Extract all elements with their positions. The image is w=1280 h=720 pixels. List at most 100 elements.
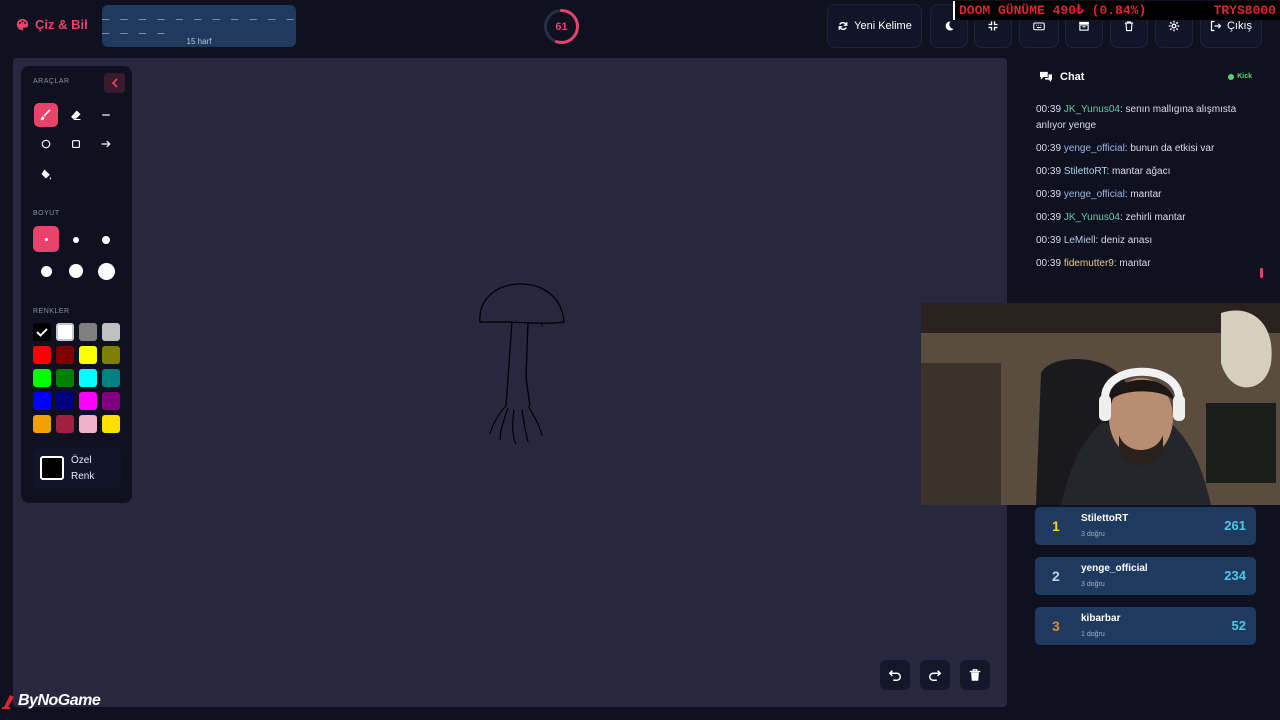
square-icon: [72, 140, 80, 148]
color-swatch[interactable]: [79, 323, 97, 341]
brush-tool[interactable]: [34, 103, 58, 127]
color-swatch[interactable]: [56, 392, 74, 410]
leaderboard-row: 3 kibarbar 1 doğru 52: [1035, 607, 1256, 645]
message-text: : zehirli mantar: [1119, 212, 1186, 223]
eraser-tool[interactable]: [64, 103, 88, 127]
trash-icon: [969, 669, 981, 681]
size-option-1[interactable]: [33, 226, 59, 252]
palette-icon: [16, 18, 29, 31]
color-swatch[interactable]: [56, 369, 74, 387]
word-pattern: _ _ _ _ _ _ _ _ _ _ _ _ _ _ _: [102, 6, 296, 34]
message-user[interactable]: yenge_official: [1064, 189, 1125, 200]
size-option-6[interactable]: [93, 258, 119, 284]
chat-scrollbar[interactable]: [1260, 268, 1263, 278]
trash-icon: [1124, 21, 1134, 32]
clear-canvas-button[interactable]: [960, 660, 990, 690]
color-swatch[interactable]: [79, 346, 97, 364]
color-swatch[interactable]: [56, 323, 74, 341]
keyboard-icon: [1033, 22, 1045, 31]
arrow-tool[interactable]: [94, 132, 118, 156]
arrow-right-icon: [101, 140, 111, 148]
color-swatch[interactable]: [79, 415, 97, 433]
color-swatch[interactable]: [33, 323, 51, 341]
undo-button[interactable]: [880, 660, 910, 690]
message-user[interactable]: fidemutter9: [1064, 258, 1114, 269]
word-hint: _ _ _ _ _ _ _ _ _ _ _ _ _ _ _ 15 harf: [102, 5, 296, 47]
color-swatch[interactable]: [33, 369, 51, 387]
line-tool[interactable]: [94, 103, 118, 127]
check-icon: [36, 328, 48, 337]
color-swatch[interactable]: [33, 415, 51, 433]
message-user[interactable]: yenge_official: [1064, 143, 1125, 154]
chat-panel: Chat Kick 00:39 JK_Yunus04: senın mallıg…: [1028, 62, 1264, 290]
message-user[interactable]: LeMiell: [1064, 235, 1096, 246]
archive-icon: [1079, 21, 1089, 31]
timer-value: 61: [555, 20, 568, 33]
size-option-5[interactable]: [63, 258, 89, 284]
fill-tool[interactable]: [34, 162, 58, 186]
redo-button[interactable]: [920, 660, 950, 690]
message-time: 00:39: [1036, 104, 1062, 115]
collapse-toolbox-button[interactable]: [104, 73, 125, 93]
webcam-overlay: [921, 303, 1280, 505]
message-time: 00:39: [1036, 143, 1062, 154]
leaderboard-rank: 2: [1052, 568, 1060, 584]
custom-color-button[interactable]: Özel Renk: [33, 448, 121, 488]
chat-message: 00:39 JK_Yunus04: zehirli mantar: [1036, 210, 1258, 226]
message-user[interactable]: JK_Yunus04: [1064, 212, 1120, 223]
brand: Çiz & Bil: [16, 17, 88, 32]
chevron-left-icon: [111, 78, 118, 88]
chat-message: 00:39 yenge_official: bunun da etkisi va…: [1036, 141, 1258, 157]
rectangle-tool[interactable]: [64, 132, 88, 156]
message-user[interactable]: StilettoRT: [1064, 166, 1107, 177]
chat-title: Chat: [1060, 71, 1085, 83]
message-time: 00:39: [1036, 189, 1062, 200]
message-user[interactable]: JK_Yunus04: [1064, 104, 1120, 115]
color-swatch[interactable]: [102, 392, 120, 410]
color-swatch[interactable]: [33, 392, 51, 410]
color-swatch[interactable]: [102, 369, 120, 387]
leaderboard-row: 2 yenge_official 3 doğru 234: [1035, 557, 1256, 595]
color-swatch[interactable]: [102, 346, 120, 364]
brand-title: Çiz & Bil: [35, 17, 88, 32]
chat-message: 00:39 yenge_official: mantar: [1036, 187, 1258, 203]
color-swatch[interactable]: [102, 415, 120, 433]
message-time: 00:39: [1036, 235, 1062, 246]
leaderboard-correct: 3 doğru: [1081, 531, 1105, 538]
colors-label: RENKLER: [33, 308, 70, 315]
leaderboard-name: kibarbar: [1081, 613, 1121, 624]
circle-tool[interactable]: [34, 132, 58, 156]
chat-message: 00:39 JK_Yunus04: senın mallıgına alışmı…: [1036, 102, 1258, 134]
size-option-2[interactable]: [63, 227, 89, 253]
message-time: 00:39: [1036, 166, 1062, 177]
color-swatch[interactable]: [102, 323, 120, 341]
message-text: : mantar: [1113, 258, 1151, 269]
tools-label: ARAÇLAR: [33, 78, 70, 85]
color-swatch[interactable]: [56, 415, 74, 433]
ticker-right: TRYS8000: [1213, 3, 1276, 18]
leaderboard-rank: 3: [1052, 618, 1060, 634]
message-text: : deniz anası: [1095, 235, 1153, 246]
message-text: : mantar: [1124, 189, 1162, 200]
leaderboard-name: StilettoRT: [1081, 513, 1129, 524]
message-time: 00:39: [1036, 212, 1062, 223]
leaderboard-score: 261: [1224, 518, 1246, 533]
size-label: BOYUT: [33, 210, 60, 217]
color-swatch[interactable]: [56, 346, 74, 364]
brush-icon: [40, 109, 51, 121]
message-text: : bunun da etkisi var: [1124, 143, 1215, 154]
leaderboard-correct: 3 doğru: [1081, 581, 1105, 588]
chat-message: 00:39 LeMiell: deniz anası: [1036, 233, 1258, 249]
color-swatch[interactable]: [79, 392, 97, 410]
paint-bucket-icon: [41, 169, 51, 180]
line-icon: [102, 114, 110, 116]
size-option-4[interactable]: [33, 258, 59, 284]
platform-label: Kick: [1237, 73, 1252, 80]
size-option-3[interactable]: [93, 227, 119, 253]
new-word-button[interactable]: Yeni Kelime: [827, 4, 922, 48]
eraser-icon: [71, 110, 81, 120]
circle-icon: [41, 139, 51, 149]
color-swatch[interactable]: [33, 346, 51, 364]
color-swatch[interactable]: [79, 369, 97, 387]
new-word-label: Yeni Kelime: [854, 20, 912, 32]
